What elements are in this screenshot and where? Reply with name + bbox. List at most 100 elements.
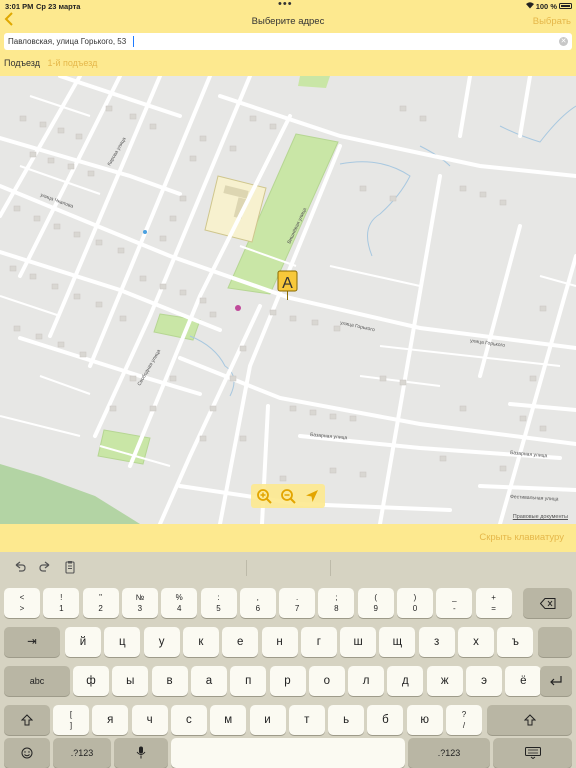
space-key[interactable] (171, 738, 405, 768)
key-т[interactable]: т (288, 705, 325, 735)
key-н[interactable]: н (261, 627, 298, 657)
zoom-in-icon[interactable] (255, 487, 273, 505)
map-canvas[interactable]: улица Горького улица Горького Вишнёвая у… (0, 76, 576, 524)
key-в[interactable]: в (151, 666, 188, 696)
key-ё[interactable]: ё (505, 666, 542, 696)
keyboard: < >! 1 " 2 № 3% 4:5, 6. 7; 8(9) 0 _ - + = ⇥ й ц у к е н г ш щ з х ъ a… (0, 552, 576, 768)
entrance-value[interactable]: 1-й подъезд (47, 58, 97, 68)
zoom-out-icon[interactable] (279, 487, 297, 505)
street-label: Фестивальная улица (510, 494, 559, 503)
navbar: Выберите адрес Выбрать (0, 12, 576, 32)
redo-icon[interactable] (38, 560, 52, 574)
page-title: Выберите адрес (251, 16, 325, 27)
street-label: улица Горького (340, 320, 376, 333)
locate-icon[interactable] (303, 487, 321, 505)
map-view[interactable]: улица Горького улица Горького Вишнёвая у… (0, 76, 576, 524)
status-time: 3:01 PM (5, 2, 34, 11)
key-9[interactable]: (9 (357, 588, 394, 618)
shift-key-right[interactable] (487, 705, 572, 735)
undo-icon[interactable] (13, 560, 27, 574)
hide-keyboard-button[interactable]: Скрыть клавиатуру (479, 532, 564, 543)
multitask-dots-icon[interactable]: ••• (278, 0, 293, 10)
numbers-key-right[interactable]: .?123 (408, 738, 490, 768)
key-с[interactable]: с (170, 705, 207, 735)
keyboard-toolbar (0, 552, 576, 584)
street-label: Базарная улица (510, 450, 548, 459)
key-4[interactable]: % 4 (161, 588, 198, 618)
key-м[interactable]: м (210, 705, 247, 735)
entrance-row: Подъезд 1-й подъезд (4, 58, 97, 68)
key-о[interactable]: о (308, 666, 345, 696)
key-ш[interactable]: ш (340, 627, 377, 657)
key-р[interactable]: р (269, 666, 306, 696)
key-д[interactable]: д (387, 666, 424, 696)
key-щ[interactable]: щ (379, 627, 416, 657)
clear-icon[interactable]: ✕ (559, 37, 568, 46)
select-button[interactable]: Выбрать (533, 16, 571, 27)
key-й[interactable]: й (65, 627, 101, 657)
return-key[interactable] (540, 666, 572, 696)
key-к[interactable]: к (182, 627, 219, 657)
wifi-icon (525, 1, 535, 11)
key-у[interactable]: у (143, 627, 180, 657)
battery-percent: 100 % (535, 2, 557, 11)
key-г[interactable]: г (300, 627, 337, 657)
header: 3:01 PM Ср 23 марта ••• 100 % Выберите а… (0, 0, 576, 76)
key-[][interactable]: [] (53, 705, 89, 735)
emoji-icon (21, 747, 33, 759)
key-л[interactable]: л (348, 666, 385, 696)
key-х[interactable]: х (458, 627, 494, 657)
key-?/[interactable]: ? / (446, 705, 482, 735)
hide-keyboard-bar: Скрыть клавиатуру (0, 524, 576, 552)
legal-link[interactable]: Правовые документы (513, 514, 568, 520)
key-б[interactable]: б (367, 705, 404, 735)
address-field[interactable]: ✕ (4, 33, 572, 50)
entrance-label: Подъезд (4, 58, 40, 68)
tab-key[interactable]: ⇥ (4, 627, 60, 657)
key-7[interactable]: .7 (279, 588, 316, 618)
key->[interactable]: < > (4, 588, 40, 618)
key-и[interactable]: и (249, 705, 286, 735)
key-э[interactable]: э (466, 666, 502, 696)
delete-icon (539, 598, 555, 609)
numbers-key-left[interactable]: .?123 (53, 738, 111, 768)
key-ч[interactable]: ч (131, 705, 168, 735)
toolbar-divider (330, 560, 331, 576)
key-5[interactable]: :5 (200, 588, 237, 618)
key-ы[interactable]: ы (112, 666, 149, 696)
key--[interactable]: _ - (436, 588, 473, 618)
delete-key[interactable] (523, 588, 572, 618)
shift-key-left[interactable] (4, 705, 50, 735)
status-bar: 3:01 PM Ср 23 марта ••• 100 % (0, 0, 576, 12)
key-=[interactable]: + = (475, 588, 512, 618)
microphone-icon (136, 746, 146, 759)
key-6[interactable]: ,6 (239, 588, 276, 618)
key-ц[interactable]: ц (104, 627, 141, 657)
key-1[interactable]: ! 1 (43, 588, 80, 618)
text-caret (133, 36, 134, 47)
key-е[interactable]: е (222, 627, 259, 657)
key-з[interactable]: з (418, 627, 455, 657)
battery-icon (559, 3, 572, 9)
caps-key[interactable]: abc (4, 666, 70, 696)
shift-icon (20, 714, 34, 726)
key-а[interactable]: а (190, 666, 227, 696)
key-3[interactable]: № 3 (121, 588, 158, 618)
key-ю[interactable]: ю (406, 705, 443, 735)
address-input[interactable] (8, 33, 558, 50)
key-ф[interactable]: ф (73, 666, 109, 696)
key-я[interactable]: я (92, 705, 129, 735)
hide-keyboard-key[interactable] (493, 738, 572, 768)
mic-key[interactable] (114, 738, 168, 768)
key-2[interactable]: " 2 (82, 588, 119, 618)
status-date: Ср 23 марта (36, 2, 81, 11)
key-ъ[interactable]: ъ (497, 627, 534, 657)
paste-icon[interactable] (63, 560, 77, 574)
key-8[interactable]: ; 8 (318, 588, 355, 618)
key-0[interactable]: ) 0 (397, 588, 433, 618)
emoji-key[interactable] (4, 738, 50, 768)
key-ь[interactable]: ь (328, 705, 365, 735)
key-ж[interactable]: ж (426, 666, 463, 696)
return-key-top[interactable] (538, 627, 572, 657)
key-п[interactable]: п (230, 666, 267, 696)
